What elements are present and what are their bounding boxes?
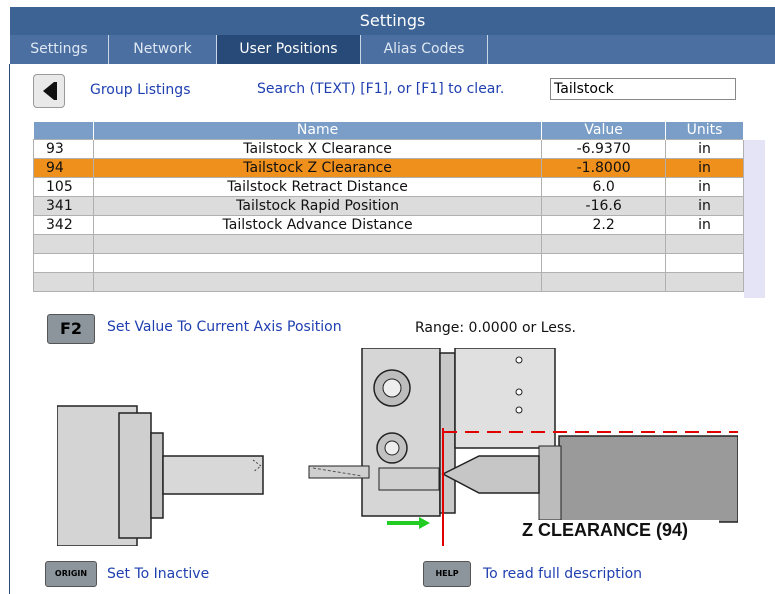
positions-table: Name Value Units 93 Tailstock X Clearanc…: [33, 122, 744, 292]
tab-user-positions[interactable]: User Positions: [217, 35, 361, 64]
row-number: 342: [33, 215, 94, 235]
row-units: in: [665, 177, 744, 197]
row-value: -1.8000: [541, 158, 667, 178]
row-units: in: [665, 196, 744, 216]
row-name: Tailstock Rapid Position: [92, 196, 543, 216]
row-name: Tailstock X Clearance: [92, 139, 543, 159]
tailstock-diagram: Z CLEARANCE (94): [57, 348, 738, 546]
col-header-value[interactable]: Value: [541, 122, 667, 140]
f2-key-button[interactable]: F2: [47, 314, 95, 344]
table-row-empty: [33, 234, 744, 254]
range-text: Range: 0.0000 or Less.: [415, 320, 576, 336]
search-input[interactable]: Tailstock: [550, 78, 736, 100]
back-button[interactable]: [33, 74, 65, 108]
table-row[interactable]: 341 Tailstock Rapid Position -16.6 in: [33, 196, 744, 216]
search-hint: Search (TEXT) [F1], or [F1] to clear.: [257, 81, 505, 97]
z-clearance-caption: Z CLEARANCE (94): [522, 520, 689, 540]
table-row-selected[interactable]: 94 Tailstock Z Clearance -1.8000 in: [33, 158, 744, 178]
table-row-empty: [33, 253, 744, 273]
row-number: 341: [33, 196, 94, 216]
tab-alias-codes[interactable]: Alias Codes: [361, 35, 488, 64]
origin-key-button[interactable]: ORIGIN: [45, 561, 97, 587]
row-value: 2.2: [541, 215, 667, 235]
col-header-name[interactable]: Name: [93, 122, 543, 140]
origin-action-label: Set To Inactive: [107, 566, 210, 582]
tab-bar: Settings Network User Positions Alias Co…: [10, 35, 775, 64]
row-name: Tailstock Retract Distance: [92, 177, 543, 197]
row-name: Tailstock Advance Distance: [92, 215, 543, 235]
row-number: 93: [33, 139, 94, 159]
row-name: Tailstock Z Clearance: [92, 158, 543, 178]
tab-network[interactable]: Network: [109, 35, 217, 64]
table-row[interactable]: 105 Tailstock Retract Distance 6.0 in: [33, 177, 744, 197]
group-listings-link[interactable]: Group Listings: [90, 82, 191, 98]
help-key-button[interactable]: HELP: [423, 561, 471, 587]
back-bar-icon: [54, 82, 57, 100]
window-title: Settings: [10, 7, 775, 35]
help-action-label: To read full description: [483, 566, 643, 582]
back-arrow-icon: [43, 82, 54, 100]
row-units: in: [665, 158, 744, 178]
row-value: -6.9370: [541, 139, 667, 159]
col-header-units[interactable]: Units: [665, 122, 744, 140]
table-row[interactable]: 342 Tailstock Advance Distance 2.2 in: [33, 215, 744, 235]
z-clearance-illustration: [57, 348, 738, 546]
table-scrollbar[interactable]: [744, 140, 765, 298]
row-number: 105: [33, 177, 94, 197]
row-units: in: [665, 215, 744, 235]
table-header-row: Name Value Units: [33, 122, 744, 140]
tab-settings[interactable]: Settings: [10, 35, 109, 64]
table-row[interactable]: 93 Tailstock X Clearance -6.9370 in: [33, 139, 744, 159]
row-units: in: [665, 139, 744, 159]
row-value: -16.6: [541, 196, 667, 216]
table-row-empty: [33, 272, 744, 292]
row-value: 6.0: [541, 177, 667, 197]
col-header-number: [33, 122, 94, 140]
f2-action-label: Set Value To Current Axis Position: [107, 319, 342, 335]
row-number: 94: [33, 158, 94, 178]
